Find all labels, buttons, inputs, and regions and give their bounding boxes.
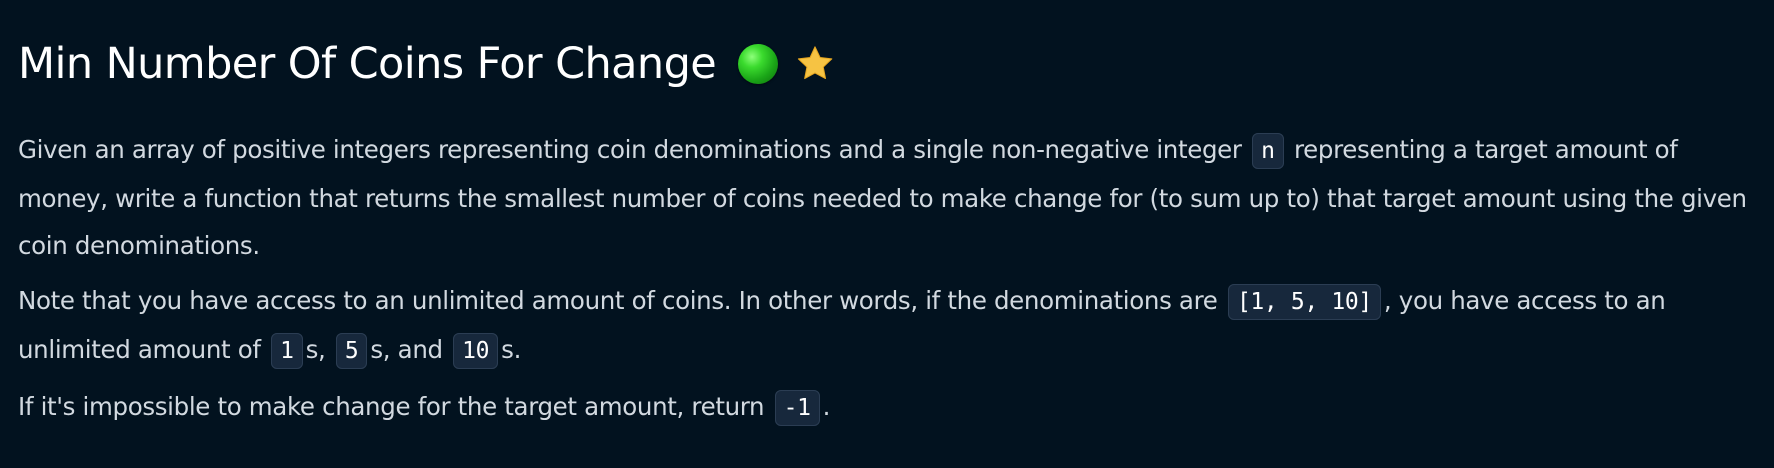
paragraph-text: s.	[501, 335, 522, 364]
paragraph-text: Given an array of positive integers repr…	[18, 135, 1250, 164]
inline-code-one: 1	[271, 333, 303, 369]
paragraph-text: Note that you have access to an unlimite…	[18, 286, 1225, 315]
paragraph-text: .	[822, 392, 831, 421]
green-circle-icon	[738, 44, 779, 84]
star-icon[interactable]	[794, 43, 836, 85]
inline-code-minus-one: -1	[774, 390, 820, 426]
problem-title: Min Number Of Coins For Change	[18, 39, 717, 89]
inline-code-denominations: [1, 5, 10]	[1227, 284, 1381, 320]
inline-code-five: 5	[335, 333, 368, 369]
paragraph-text: If it's impossible to make change for th…	[18, 392, 772, 421]
note-paragraph: Note that you have access to an unlimite…	[18, 277, 1756, 375]
description-paragraph: Given an array of positive integers repr…	[18, 126, 1756, 269]
inline-code-n: n	[1252, 133, 1284, 169]
inline-code-ten: 10	[453, 333, 499, 369]
paragraph-text: s, and	[370, 335, 451, 364]
paragraph-text: s,	[305, 335, 333, 364]
return-paragraph: If it's impossible to make change for th…	[18, 383, 1756, 432]
title-row: Min Number Of Coins For Change	[18, 32, 1756, 96]
problem-page: Min Number Of Coins For Change Given an …	[0, 0, 1774, 468]
